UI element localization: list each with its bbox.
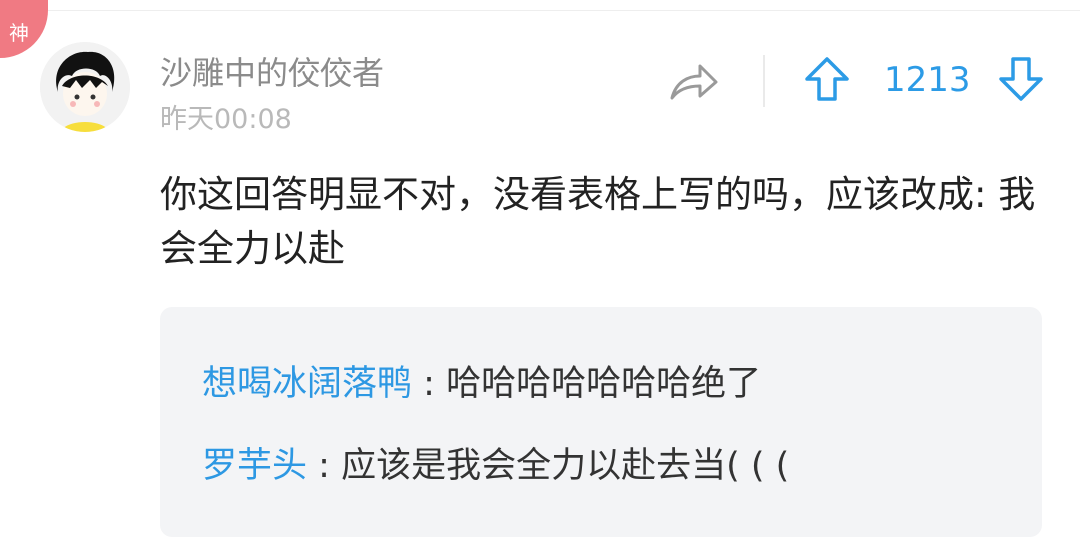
god-comment-badge: 神: [0, 0, 48, 58]
upvote-arrow-icon: [805, 57, 849, 101]
avatar-image: [40, 42, 130, 132]
comment-username[interactable]: 沙雕中的佼佼者: [160, 48, 384, 94]
reply-separator: :: [412, 364, 447, 404]
action-divider: [763, 55, 765, 107]
badge-label: 神: [9, 21, 29, 45]
reply-author[interactable]: 罗芋头: [202, 446, 307, 486]
vote-count: 1213: [884, 60, 971, 100]
replies-box[interactable]: [160, 307, 1042, 537]
reply-separator: :: [307, 446, 342, 486]
downvote-arrow-icon: [999, 57, 1043, 101]
comment-time: 昨天00:08: [160, 104, 292, 135]
avatar[interactable]: [40, 42, 130, 132]
upvote-button[interactable]: [804, 56, 850, 102]
share-arrow-icon: [670, 64, 718, 100]
top-divider: [0, 0, 1080, 11]
reply-text: 哈哈哈哈哈哈哈绝了: [446, 364, 762, 404]
share-button[interactable]: [668, 62, 720, 104]
downvote-button[interactable]: [998, 56, 1044, 102]
reply-item[interactable]: 罗芋头 : 应该是我会全力以赴去当( ( (: [202, 437, 789, 488]
reply-item[interactable]: 想喝冰阔落鸭 : 哈哈哈哈哈哈哈绝了: [202, 355, 761, 406]
reply-author[interactable]: 想喝冰阔落鸭: [202, 364, 412, 404]
reply-text: 应该是我会全力以赴去当( ( (: [341, 446, 790, 486]
comment-text: 你这回答明显不对，没看表格上写的吗，应该改成: 我会全力以赴: [160, 173, 1036, 270]
